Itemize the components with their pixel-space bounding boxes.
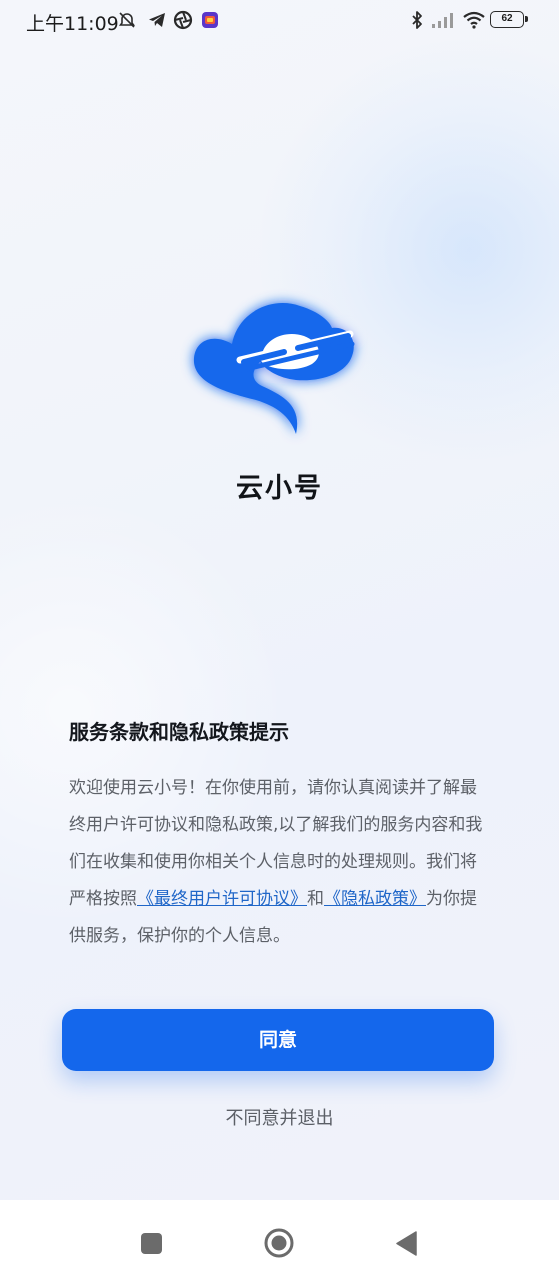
- wifi-icon: [463, 11, 485, 29]
- terms-body: 欢迎使用云小号！在你使用前，请你认真阅读并了解最终用户许可协议和隐私政策,以了解…: [69, 770, 485, 955]
- recents-icon[interactable]: [141, 1233, 162, 1254]
- terms-text-and: 和: [307, 889, 324, 909]
- app-notification-icon: [202, 12, 218, 28]
- disagree-exit-button[interactable]: 不同意并退出: [0, 1104, 559, 1130]
- app-screen: 上午11:09 62 云小号 服务条款和隐私政策提示 欢迎使用云小号！在你使用前…: [0, 0, 559, 1200]
- status-time: 上午11:09: [26, 13, 119, 35]
- back-icon[interactable]: [395, 1231, 417, 1256]
- signal-icon: [432, 13, 453, 28]
- bluetooth-icon: [412, 11, 422, 29]
- agree-button[interactable]: 同意: [62, 1009, 494, 1071]
- cloud-phone-logo-icon: [193, 303, 355, 434]
- telegram-icon: [149, 13, 165, 27]
- eula-link[interactable]: 《最终用户许可协议》: [137, 889, 307, 909]
- app-name: 云小号: [236, 473, 323, 504]
- home-icon[interactable]: [264, 1228, 294, 1258]
- muted-alarm-icon: [118, 12, 136, 28]
- aperture-icon: [173, 10, 193, 30]
- terms-title: 服务条款和隐私政策提示: [69, 720, 289, 744]
- navigation-bar: [0, 1200, 559, 1280]
- battery-icon: 62: [490, 11, 528, 28]
- privacy-policy-link[interactable]: 《隐私政策》: [324, 889, 426, 909]
- status-bar: 上午11:09 62: [0, 0, 559, 40]
